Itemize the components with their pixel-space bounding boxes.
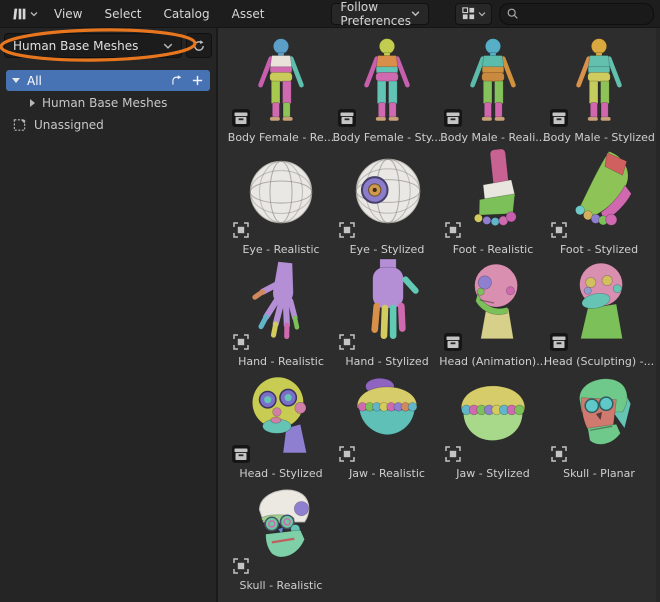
asset-item[interactable]: Eye - Stylized	[334, 145, 440, 257]
collection-icon	[444, 333, 462, 351]
search-field[interactable]	[498, 2, 654, 25]
asset-label: Eye - Realistic	[242, 243, 320, 256]
add-catalog-icon[interactable]	[191, 74, 204, 87]
object-icon	[232, 557, 250, 575]
display-mode-button[interactable]	[454, 2, 492, 25]
asset-item[interactable]: Skull - Realistic	[228, 481, 334, 593]
asset-item[interactable]: Jaw - Realistic	[334, 369, 440, 481]
asset-label: Body Female - Re...	[227, 131, 335, 144]
asset-label: Body Male - Reali...	[440, 131, 546, 144]
asset-label: Hand - Stylized	[345, 355, 429, 368]
menu-view[interactable]: View	[43, 3, 93, 25]
asset-item[interactable]: Head (Animation)...	[439, 257, 547, 369]
object-icon	[550, 445, 568, 463]
asset-label: Head - Stylized	[239, 467, 323, 480]
asset-label: Head (Animation)...	[439, 355, 547, 368]
import-method-dropdown[interactable]: Follow Preferences	[331, 0, 429, 28]
scrollbar-track[interactable]	[656, 28, 660, 602]
chevron-down-icon	[411, 9, 420, 18]
import-method-value: Follow Preferences	[340, 0, 411, 28]
collection-icon	[550, 333, 568, 351]
asset-library-value: Human Base Meshes	[13, 38, 139, 53]
search-icon	[506, 7, 519, 20]
asset-label: Foot - Stylized	[559, 243, 639, 256]
asset-label: Eye - Stylized	[349, 243, 425, 256]
chevron-down-icon	[163, 41, 173, 51]
header-bar: View Select Catalog Asset Follow Prefere…	[0, 0, 660, 28]
catalog-item-human-base-meshes[interactable]: Human Base Meshes	[24, 92, 210, 113]
asset-label: Body Female - Sty...	[332, 131, 442, 144]
asset-label: Jaw - Realistic	[349, 467, 425, 480]
asset-label: Foot - Realistic	[452, 243, 534, 256]
chevron-down-icon	[478, 10, 486, 18]
asset-item[interactable]: Jaw - Stylized	[440, 369, 546, 481]
object-icon	[232, 221, 250, 239]
menu-asset[interactable]: Asset	[221, 3, 276, 25]
catalog-item-unassigned[interactable]: Unassigned	[6, 114, 210, 135]
object-icon	[338, 333, 356, 351]
asset-item[interactable]: Foot - Stylized	[546, 145, 652, 257]
asset-item[interactable]: Body Female - Sty...	[333, 33, 441, 145]
asset-library-dropdown[interactable]: Human Base Meshes	[4, 33, 182, 58]
asset-label: Skull - Planar	[563, 467, 635, 480]
catalog-arrow-icon[interactable]	[170, 74, 184, 87]
asset-item[interactable]: Eye - Realistic	[228, 145, 334, 257]
object-icon	[338, 445, 356, 463]
menu-catalog[interactable]: Catalog	[153, 3, 221, 25]
asset-grid: Body Female - Re... Body Female - Sty...…	[220, 28, 660, 593]
menu-select[interactable]: Select	[93, 3, 152, 25]
object-icon	[232, 333, 250, 351]
asset-label: Skull - Realistic	[239, 579, 323, 592]
thumbnail-grid-icon	[461, 6, 476, 21]
chevron-down-icon	[30, 10, 38, 18]
asset-item[interactable]: Body Male - Stylized	[543, 33, 655, 145]
asset-item[interactable]: Skull - Planar	[546, 369, 652, 481]
source-list-panel: Human Base Meshes All Human Base Meshes …	[0, 28, 218, 602]
collection-icon	[444, 109, 462, 127]
disclosure-collapsed-icon[interactable]	[30, 98, 35, 107]
asset-item[interactable]: Hand - Stylized	[334, 257, 440, 369]
asset-item[interactable]: Foot - Realistic	[440, 145, 546, 257]
catalog-label: All	[27, 73, 42, 88]
collection-icon	[338, 109, 356, 127]
catalog-label: Unassigned	[34, 117, 104, 132]
object-icon	[338, 221, 356, 239]
collection-icon	[232, 109, 250, 127]
catalog-label: Human Base Meshes	[42, 95, 168, 110]
refresh-library-button[interactable]	[186, 33, 212, 58]
collection-icon	[550, 109, 568, 127]
asset-label: Head (Sculpting) -...	[543, 355, 655, 368]
catalog-tree: All Human Base Meshes Unassigned	[0, 70, 216, 135]
unassigned-icon	[12, 117, 27, 132]
search-input[interactable]	[522, 5, 647, 22]
asset-browser-icon	[11, 6, 27, 22]
object-icon	[550, 221, 568, 239]
collection-icon	[232, 445, 250, 463]
asset-label: Body Male - Stylized	[543, 131, 655, 144]
refresh-icon	[192, 39, 206, 53]
asset-item[interactable]: Head - Stylized	[228, 369, 334, 481]
asset-label: Jaw - Stylized	[456, 467, 530, 480]
editor-type-button[interactable]	[6, 3, 43, 25]
asset-label: Hand - Realistic	[238, 355, 324, 368]
asset-item[interactable]: Body Female - Re...	[228, 33, 334, 145]
asset-browser-main: Body Female - Re... Body Female - Sty...…	[220, 28, 660, 602]
disclosure-expanded-icon[interactable]	[12, 78, 20, 83]
object-icon	[444, 221, 462, 239]
object-icon	[444, 445, 462, 463]
catalog-item-all[interactable]: All	[6, 70, 210, 91]
asset-item[interactable]: Body Male - Reali...	[440, 33, 546, 145]
asset-item[interactable]: Hand - Realistic	[228, 257, 334, 369]
asset-item[interactable]: Head (Sculpting) -...	[544, 257, 654, 369]
